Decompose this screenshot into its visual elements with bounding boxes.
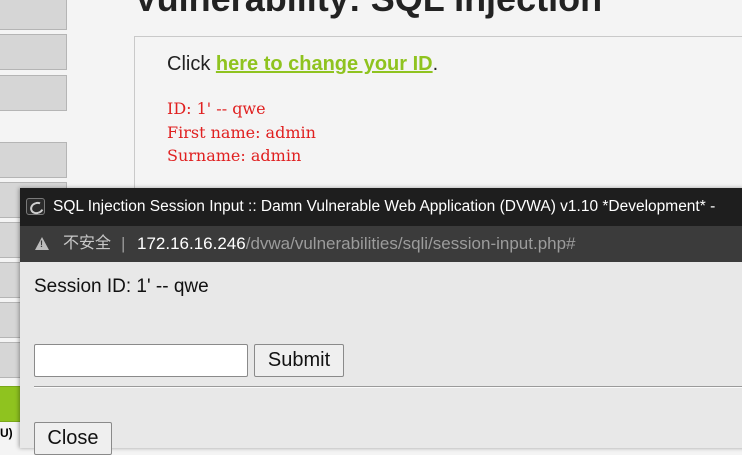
address-separator: | bbox=[121, 234, 126, 253]
result-first-name: First name: admin bbox=[167, 122, 316, 142]
menu-cut-text: U) bbox=[0, 426, 13, 440]
query-result: ID: 1' -- qwe First name: admin Surname:… bbox=[167, 97, 316, 168]
change-id-link[interactable]: here to change your ID bbox=[216, 53, 433, 75]
url-path: /dvwa/vulnerabilities/sqli/session-input… bbox=[245, 234, 576, 253]
menu-item[interactable] bbox=[0, 0, 67, 30]
popup-url[interactable]: 172.16.16.246/dvwa/vulnerabilities/sqli/… bbox=[137, 226, 576, 262]
popup-titlebar[interactable]: SQL Injection Session Input :: Damn Vuln… bbox=[20, 188, 742, 226]
dvwa-window-icon bbox=[26, 198, 45, 215]
menu-item[interactable] bbox=[0, 75, 67, 111]
session-id-input[interactable] bbox=[34, 344, 248, 377]
click-suffix: . bbox=[432, 53, 439, 75]
page-title: Vulnerability: SQL Injection bbox=[134, 0, 602, 20]
popup-window-title: SQL Injection Session Input :: Damn Vuln… bbox=[53, 198, 716, 215]
divider bbox=[34, 386, 742, 388]
close-button[interactable]: Close bbox=[34, 422, 112, 455]
menu-item[interactable] bbox=[0, 142, 67, 178]
submit-button[interactable]: Submit bbox=[254, 344, 344, 377]
insecure-label[interactable]: 不安全 bbox=[63, 226, 111, 262]
session-input-popup: SQL Injection Session Input :: Damn Vuln… bbox=[20, 188, 742, 455]
result-surname: Surname: admin bbox=[167, 146, 302, 165]
change-id-line: Click here to change your ID. bbox=[167, 53, 438, 76]
session-id-text: Session ID: 1' -- qwe bbox=[34, 276, 209, 297]
popup-address-bar: 不安全 | 172.16.16.246/dvwa/vulnerabilities… bbox=[20, 226, 742, 262]
url-host: 172.16.16.246 bbox=[137, 234, 246, 253]
warning-icon[interactable] bbox=[35, 237, 49, 250]
result-id: ID: 1' -- qwe bbox=[167, 99, 266, 118]
click-prefix: Click bbox=[167, 53, 216, 75]
popup-content: Session ID: 1' -- qwe Submit Close bbox=[20, 262, 742, 455]
menu-item[interactable] bbox=[0, 34, 67, 70]
